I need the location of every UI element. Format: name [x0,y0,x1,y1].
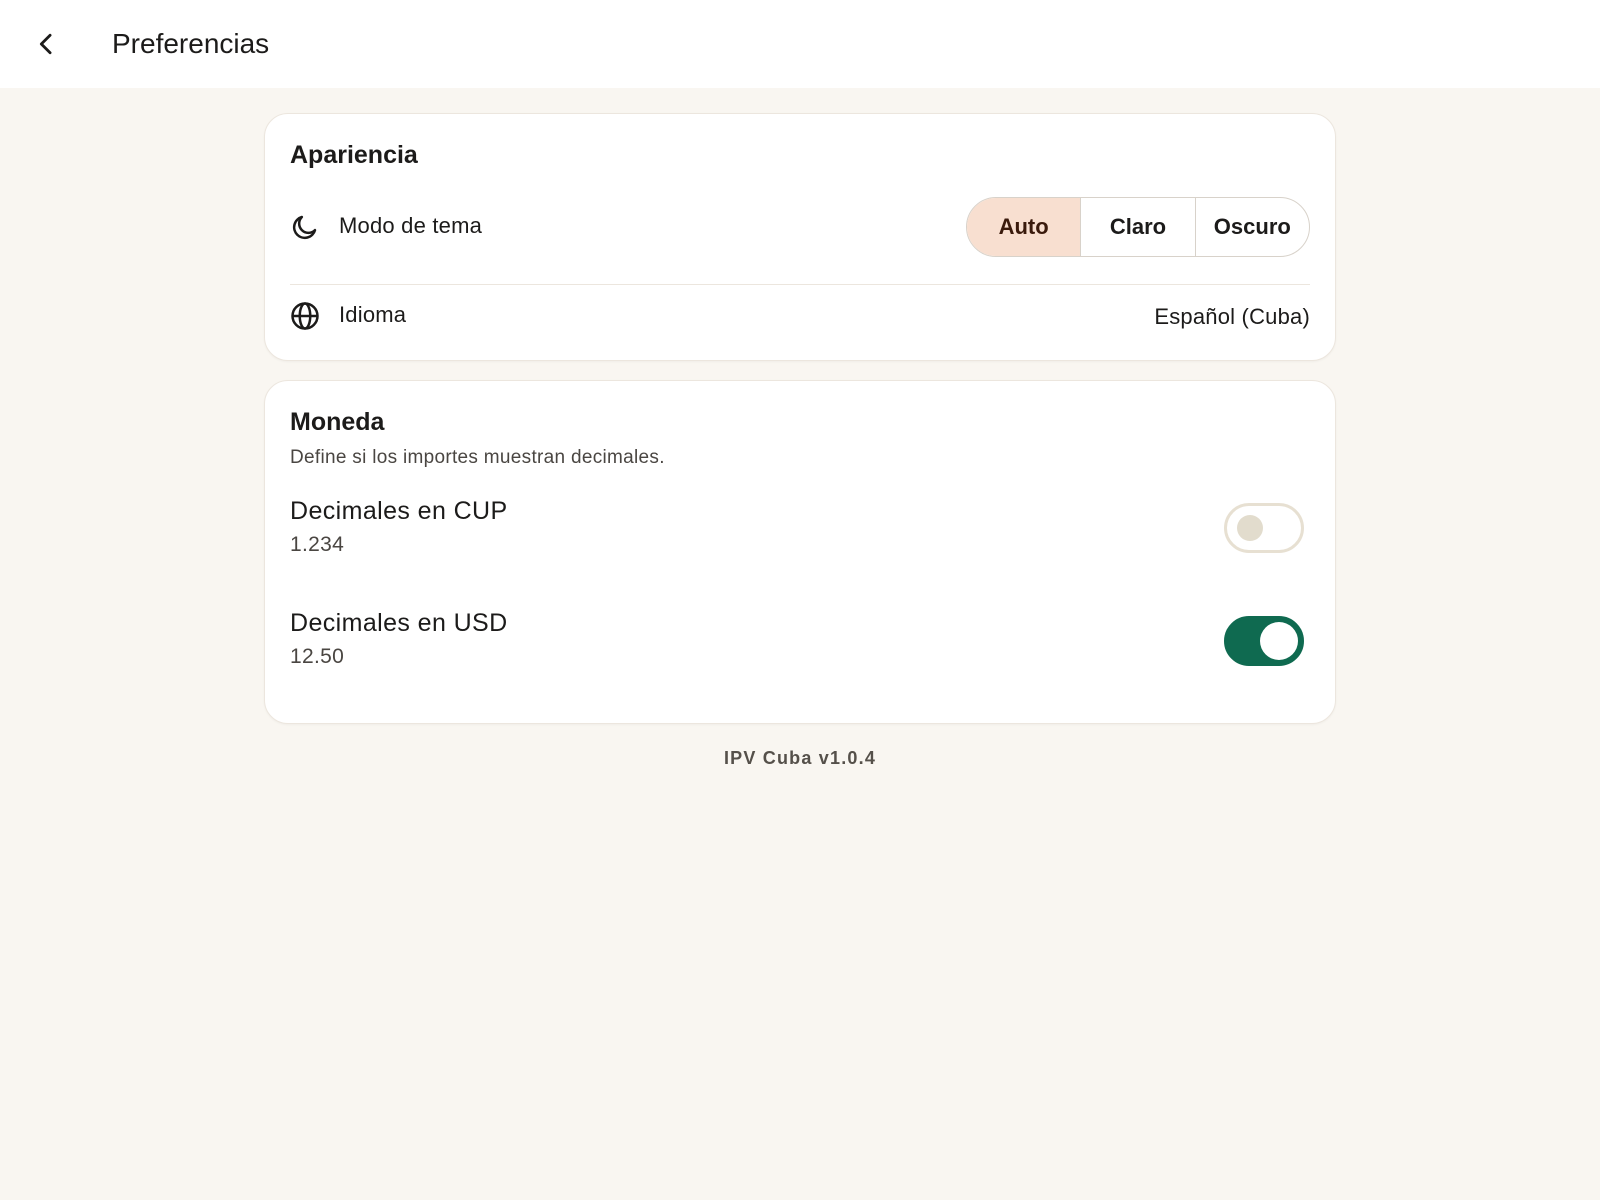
cup-decimals-label: Decimales en CUP [290,497,508,525]
cup-decimals-sample: 1.234 [290,533,345,556]
divider [290,284,1310,285]
cup-decimals-toggle[interactable] [1224,503,1304,553]
appearance-card: Apariencia Modo de tema Auto Claro Oscur… [264,113,1336,361]
usd-decimals-toggle[interactable] [1224,616,1304,666]
currency-section-title: Moneda [290,408,385,436]
usd-decimals-sample: 12.50 [290,645,345,668]
page-title: Preferencias [112,28,270,59]
theme-option-auto[interactable]: Auto [967,198,1081,256]
theme-option-light[interactable]: Claro [1080,198,1194,256]
appearance-section-title: Apariencia [290,141,418,169]
toggle-knob [1237,515,1263,541]
language-selector[interactable]: Español (Cuba) [1154,304,1310,330]
theme-mode-selector: Auto Claro Oscuro [966,197,1310,257]
usd-decimals-label: Decimales en USD [290,609,508,637]
back-button[interactable] [22,20,70,68]
app-version: IPV Cuba v1.0.4 [723,748,877,768]
chevron-left-icon [39,33,52,55]
toggle-knob [1260,622,1298,660]
globe-icon [289,300,321,332]
moon-icon [289,211,321,243]
top-app-bar: Preferencias [0,0,1600,88]
currency-section-description: Define si los importes muestran decimale… [290,447,665,468]
theme-option-dark[interactable]: Oscuro [1194,198,1309,256]
language-label: Idioma [339,302,407,327]
theme-mode-label: Modo de tema [339,213,483,238]
currency-card: Moneda Define si los importes muestran d… [264,380,1336,724]
